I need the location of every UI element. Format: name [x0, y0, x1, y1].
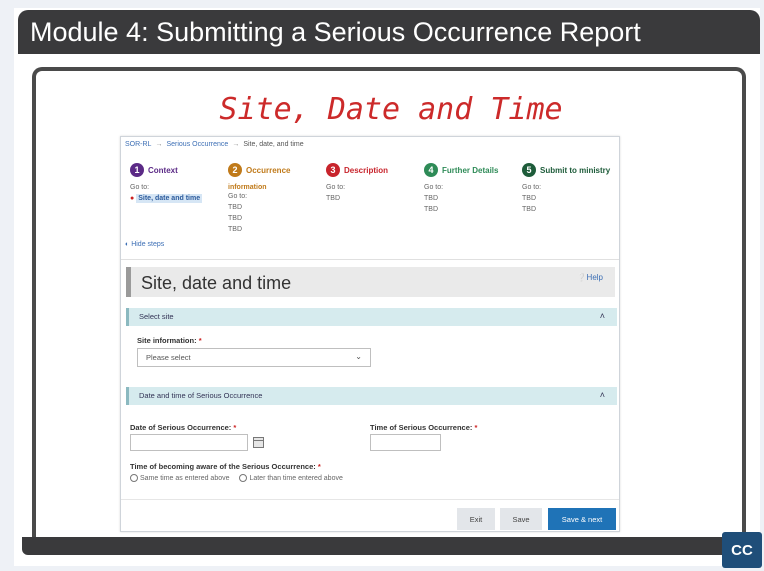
closed-captions-button[interactable]: CC [722, 532, 762, 568]
step-item[interactable]: TBD [522, 205, 610, 214]
step-submit-to-ministry[interactable]: 5 Submit to ministry Go to: TBD TBD [522, 163, 610, 214]
required-mark: * [198, 336, 202, 345]
step-go-to: Go to: [522, 184, 542, 191]
site-information-select[interactable]: Please select ⌄ [137, 348, 371, 367]
radio-label: Same time as entered above [140, 474, 230, 482]
app-screenshot: SOR-RL → Serious Occurrence → Site, date, an… [120, 136, 620, 532]
section-select-site[interactable]: Select site ˄ [126, 308, 617, 326]
time-of-occurrence-label: Time of Serious Occurrence: * [370, 423, 477, 432]
time-aware-radio-group: Same time as entered above Later than ti… [130, 474, 351, 482]
step-item[interactable]: TBD [228, 225, 290, 234]
calendar-icon[interactable] [253, 437, 264, 448]
steps-divider [121, 259, 619, 260]
breadcrumb-item-home[interactable]: SOR-RL [125, 141, 151, 148]
save-button[interactable]: Save [500, 508, 542, 530]
slide-heading: Site, Date and Time [219, 92, 563, 127]
radio-circle[interactable] [130, 474, 138, 482]
date-of-occurrence-input[interactable] [130, 434, 248, 451]
step-item[interactable]: TBD [424, 205, 498, 214]
breadcrumb: SOR-RL → Serious Occurrence → Site, date, an… [125, 141, 304, 148]
chevron-down-icon: ⌄ [355, 352, 362, 361]
step-label: Context [148, 165, 178, 175]
step-go-to: Go to: [130, 184, 150, 191]
radio-circle[interactable] [239, 474, 248, 482]
help-label: Help [586, 273, 603, 282]
chevron-up-icon[interactable]: ˄ [600, 390, 605, 400]
step-description[interactable]: 3 Description Go to: TBD [326, 163, 388, 203]
breadcrumb-item-occurrence[interactable]: Serious Occurrence [166, 141, 228, 148]
module-header: Module 4: Submitting a Serious Occurrenc… [18, 10, 760, 54]
step-label: Occurrence [246, 165, 291, 175]
step-number-2: 2 [228, 163, 242, 177]
date-of-occurrence-label: Date of Serious Occurrence: * [130, 423, 236, 432]
step-item[interactable]: TBD [326, 194, 388, 203]
time-of-occurrence-input[interactable] [370, 434, 441, 451]
step-further-details[interactable]: 4 Further Details Go to: TBD TBD [424, 163, 498, 214]
step-number-5: 5 [522, 163, 536, 177]
site-select-value: Please select [146, 353, 191, 362]
help-icon: ❔ [576, 273, 587, 282]
site-information-label: Site information: * [137, 336, 202, 345]
breadcrumb-item-current: Site, date, and time [243, 141, 304, 148]
aware-label-text: Time of becoming aware of the Serious Oc… [130, 462, 316, 471]
section-date-time[interactable]: Date and time of Serious Occurrence ˄ [126, 387, 617, 405]
radio-later-time[interactable]: Later than time entered above [239, 474, 343, 482]
chevron-up-icon[interactable]: ˄ [600, 311, 605, 321]
step-item[interactable]: TBD [228, 214, 290, 223]
radio-label: Later than time entered above [249, 474, 343, 482]
frame-bottom-bar [22, 537, 758, 555]
step-context[interactable]: 1 Context Go to: ● Site, date and time [130, 163, 203, 203]
step-go-to: Go to: [424, 184, 444, 191]
hide-steps-icon: ◐ [125, 241, 130, 248]
step-item[interactable]: TBD [228, 203, 290, 212]
breadcrumb-separator: → [232, 141, 240, 148]
save-and-next-button[interactable]: Save & next [548, 508, 616, 530]
step-number-3: 3 [326, 163, 340, 177]
date-label-text: Date of Serious Occurrence: [130, 423, 232, 432]
section-label: Date and time of Serious Occurrence [139, 391, 263, 400]
step-number-1: 1 [130, 163, 144, 177]
step-number-4: 4 [424, 163, 438, 177]
step-item[interactable]: TBD [522, 194, 610, 203]
step-go-to: Go to: [326, 184, 346, 191]
exit-button[interactable]: Exit [457, 508, 495, 530]
time-aware-label: Time of becoming aware of the Serious Oc… [130, 462, 321, 471]
step-label: Further Details [442, 165, 499, 175]
required-mark: * [233, 423, 237, 432]
error-icon: ● [130, 195, 135, 202]
required-mark: * [317, 462, 321, 471]
radio-same-time[interactable]: Same time as entered above [130, 474, 230, 482]
help-link[interactable]: ❔Help [577, 273, 603, 282]
hide-steps-label: Hide steps [131, 241, 165, 248]
step-link-site-date-time[interactable]: Site, date and time [136, 194, 203, 203]
footer-divider [121, 499, 619, 500]
step-go-to: Go to: [228, 193, 248, 200]
step-occurrence-information[interactable]: 2 Occurrence information Go to: TBD TBD … [228, 163, 290, 234]
page-title: Site, date and time [141, 273, 292, 293]
time-label-text: Time of Serious Occurrence: [370, 423, 473, 432]
hide-steps-link[interactable]: ◐ Hide steps [125, 241, 164, 248]
module-title: Module 4: Submitting a Serious Occurrenc… [30, 17, 641, 47]
breadcrumb-separator: → [155, 141, 163, 148]
step-item[interactable]: TBD [424, 194, 498, 203]
step-label: Description [344, 165, 389, 175]
site-information-label-text: Site information: [137, 336, 197, 345]
page-title-bar: Site, date and time ❔Help [126, 267, 615, 297]
step-label: Submit to ministry [540, 165, 611, 175]
required-mark: * [474, 423, 478, 432]
step-label-line2: information [228, 184, 267, 191]
section-label: Select site [139, 312, 174, 321]
